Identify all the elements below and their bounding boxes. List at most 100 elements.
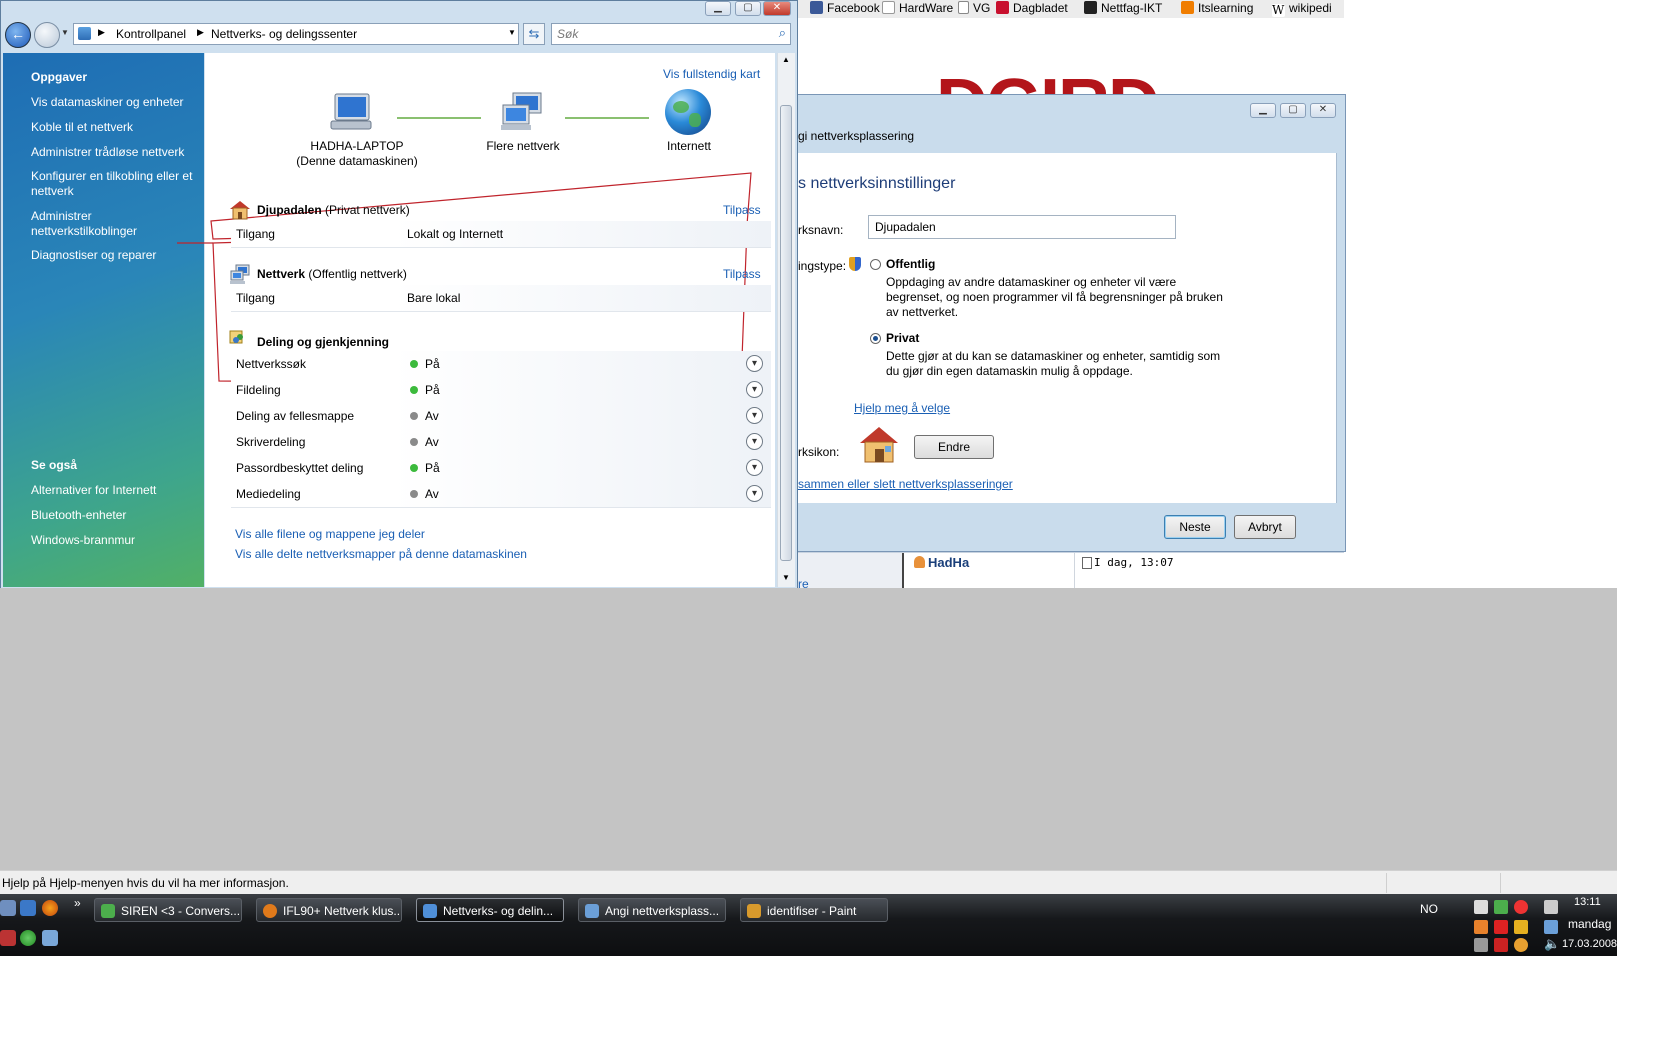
tray-icon[interactable] bbox=[1474, 900, 1488, 914]
address-dropdown-icon[interactable]: ▼ bbox=[508, 28, 516, 37]
sidebar-item-wireless[interactable]: Administrer trådløse nettverk bbox=[31, 145, 201, 160]
maximize-button[interactable]: ▢ bbox=[1280, 103, 1306, 118]
sidebar-item-internet-options[interactable]: Alternativer for Internett bbox=[31, 483, 201, 498]
merge-delete-link[interactable]: sammen eller slett nettverksplasseringer bbox=[798, 477, 1013, 491]
forum-username[interactable]: HadHa bbox=[928, 555, 969, 570]
refresh-icon[interactable]: ⇆ bbox=[523, 23, 545, 45]
tray-icon[interactable] bbox=[1494, 938, 1508, 952]
network-1-customize-link[interactable]: Tilpass bbox=[723, 203, 761, 217]
tray-icon[interactable] bbox=[1474, 920, 1488, 934]
tray-icon[interactable] bbox=[1514, 920, 1528, 934]
scroll-down-icon[interactable]: ▼ bbox=[782, 573, 790, 582]
chevron-down-icon[interactable]: ▾ bbox=[746, 355, 763, 372]
scrollbar-thumb[interactable] bbox=[780, 105, 792, 561]
address-bar[interactable]: ▶ Kontrollpanel ▶ Nettverks- og delingss… bbox=[73, 23, 519, 45]
close-button[interactable]: ✕ bbox=[1310, 103, 1336, 118]
chevron-down-icon[interactable]: ▾ bbox=[746, 433, 763, 450]
clock-day[interactable]: mandag bbox=[1568, 917, 1611, 931]
show-shared-files-link[interactable]: Vis alle filene og mappene jeg deler bbox=[235, 527, 425, 541]
sidebar-item-bluetooth[interactable]: Bluetooth-enheter bbox=[31, 508, 201, 523]
multiple-networks-icon bbox=[499, 91, 547, 133]
maximize-button[interactable]: ▢ bbox=[735, 1, 761, 16]
quick-launch-more-icon[interactable]: » bbox=[74, 896, 81, 910]
bookmark-itslearning[interactable]: Itslearning bbox=[1181, 1, 1253, 15]
sharing-row[interactable]: Mediedeling Av ▾ bbox=[231, 481, 771, 508]
sidebar-item-diagnose[interactable]: Diagnostiser og reparer bbox=[31, 248, 201, 263]
vertical-scrollbar[interactable]: ▲ ▼ bbox=[777, 53, 795, 587]
taskbar-button[interactable]: Nettverks- og delin... bbox=[416, 898, 564, 922]
chevron-down-icon[interactable]: ▾ bbox=[746, 381, 763, 398]
clock-time[interactable]: 13:11 bbox=[1574, 896, 1601, 908]
search-input[interactable]: Søk ⌕ bbox=[551, 23, 791, 45]
battery-icon[interactable] bbox=[1544, 900, 1558, 914]
volume-icon[interactable]: 🔈 bbox=[1544, 936, 1560, 952]
computer-subtitle: (Denne datamaskinen) bbox=[296, 154, 418, 168]
bookmark-nettfag[interactable]: Nettfag-IKT bbox=[1084, 1, 1162, 15]
network-name-input[interactable]: Djupadalen bbox=[868, 215, 1176, 239]
chevron-down-icon[interactable]: ▾ bbox=[746, 485, 763, 502]
network-2-customize-link[interactable]: Tilpass bbox=[723, 267, 761, 281]
forward-button[interactable] bbox=[34, 22, 60, 48]
sharing-row[interactable]: Nettverkssøk På ▾ bbox=[231, 351, 771, 378]
back-button[interactable]: ← bbox=[5, 22, 31, 48]
bookmark-dagbladet[interactable]: Dagbladet bbox=[996, 1, 1068, 15]
full-map-link[interactable]: Vis fullstendig kart bbox=[663, 67, 760, 81]
clock-date[interactable]: 17.03.2008 bbox=[1562, 938, 1617, 950]
app-icon[interactable] bbox=[42, 930, 58, 946]
cancel-button[interactable]: Avbryt bbox=[1234, 515, 1296, 539]
tray-icon[interactable] bbox=[1494, 900, 1508, 914]
sidebar-item-manage-connections[interactable]: Administrer nettverkstilkoblinger bbox=[31, 209, 201, 239]
firefox-icon[interactable] bbox=[42, 900, 58, 916]
switch-windows-icon[interactable] bbox=[20, 900, 36, 916]
user-icon bbox=[914, 556, 925, 568]
network-tray-icon[interactable] bbox=[1544, 920, 1558, 934]
history-dropdown-icon[interactable]: ▼ bbox=[61, 28, 69, 37]
search-icon[interactable]: ⌕ bbox=[779, 25, 786, 41]
language-indicator[interactable]: NO bbox=[1420, 902, 1438, 916]
public-radio[interactable] bbox=[870, 259, 881, 270]
minimize-button[interactable]: ▁ bbox=[1250, 103, 1276, 118]
sidebar-item-connect[interactable]: Koble til et nettverk bbox=[31, 120, 201, 135]
show-shared-folders-link[interactable]: Vis alle delte nettverksmapper på denne … bbox=[235, 547, 527, 561]
help-choose-link[interactable]: Hjelp meg å velge bbox=[854, 401, 950, 415]
sharing-row[interactable]: Deling av fellesmappe Av ▾ bbox=[231, 403, 771, 430]
public-option-label[interactable]: Offentlig bbox=[886, 257, 935, 271]
sharing-row[interactable]: Passordbeskyttet deling På ▾ bbox=[231, 455, 771, 482]
sidebar-item-configure[interactable]: Konfigurer en tilkobling eller et nettve… bbox=[31, 169, 201, 199]
next-button[interactable]: Neste bbox=[1164, 515, 1226, 539]
breadcrumb-network-center[interactable]: Nettverks- og delingssenter bbox=[211, 27, 357, 41]
status-off-icon bbox=[410, 490, 418, 498]
sharing-row[interactable]: Fildeling På ▾ bbox=[231, 377, 771, 404]
chevron-down-icon[interactable]: ▾ bbox=[746, 407, 763, 424]
scroll-up-icon[interactable]: ▲ bbox=[782, 55, 790, 64]
paint-icon bbox=[747, 904, 761, 918]
sidebar-item-firewall[interactable]: Windows-brannmur bbox=[31, 533, 201, 548]
bookmark-vg[interactable]: VG bbox=[958, 1, 990, 15]
sidebar-item-view-computers[interactable]: Vis datamaskiner og enheter bbox=[31, 95, 201, 110]
taskbar-button[interactable]: IFL90+ Nettverk klus... bbox=[256, 898, 402, 922]
minimize-button[interactable]: ▁ bbox=[705, 1, 731, 16]
sharing-row-label: Mediedeling bbox=[236, 487, 301, 501]
bookmark-hardware[interactable]: HardWare bbox=[882, 1, 953, 15]
private-option-label[interactable]: Privat bbox=[886, 331, 919, 345]
bookmark-facebook[interactable]: Facebook bbox=[810, 1, 880, 15]
taskbar-button[interactable]: SIREN <3 - Convers... bbox=[94, 898, 242, 922]
show-desktop-icon[interactable] bbox=[0, 900, 16, 916]
taskbar-button[interactable]: identifiser - Paint bbox=[740, 898, 888, 922]
sharing-row[interactable]: Skriverdeling Av ▾ bbox=[231, 429, 771, 456]
close-button[interactable]: ✕ bbox=[763, 1, 791, 16]
taskbar-button[interactable]: Angi nettverksplass... bbox=[578, 898, 726, 922]
tray-icon[interactable] bbox=[1494, 920, 1508, 934]
tray-icon[interactable] bbox=[1474, 938, 1488, 952]
tray-icon[interactable] bbox=[1514, 938, 1528, 952]
sharing-row-value: Av bbox=[425, 487, 439, 501]
chevron-down-icon[interactable]: ▾ bbox=[746, 459, 763, 476]
change-icon-button[interactable]: Endre bbox=[914, 435, 994, 459]
network-sharing-window: ▁ ▢ ✕ ← ▼ ▶ Kontrollpanel ▶ Nettverks- o… bbox=[0, 0, 798, 590]
app-icon[interactable] bbox=[0, 930, 16, 946]
private-radio[interactable] bbox=[870, 333, 881, 344]
breadcrumb-control-panel[interactable]: Kontrollpanel bbox=[116, 27, 186, 41]
tray-icon[interactable] bbox=[1514, 900, 1528, 914]
app-icon[interactable] bbox=[20, 930, 36, 946]
bookmark-wikipedia[interactable]: Wwikipedi bbox=[1272, 1, 1332, 17]
